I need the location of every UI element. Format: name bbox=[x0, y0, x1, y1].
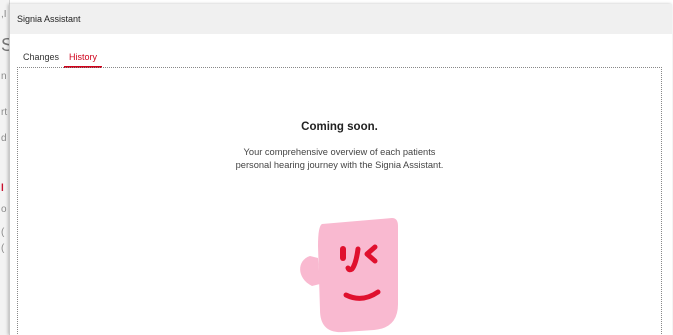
screen: ,I S n rt d l o ( ( Signia Assistant Cha… bbox=[0, 0, 673, 335]
mascot-face-icon bbox=[300, 218, 398, 333]
background-glyph: n bbox=[1, 71, 7, 82]
description-line: personal hearing journey with the Signia… bbox=[235, 159, 444, 170]
background-glyph: ( bbox=[1, 243, 5, 254]
history-panel: Coming soon. Your comprehensive overview… bbox=[17, 67, 662, 335]
mascot-ear bbox=[300, 256, 320, 286]
coming-soon-heading: Coming soon. bbox=[301, 121, 378, 133]
background-glyph: rt bbox=[1, 107, 8, 118]
description-line: Your comprehensive overview of each pati… bbox=[243, 147, 436, 157]
tab-bar: Changes History bbox=[18, 52, 103, 68]
mascot-head bbox=[318, 218, 398, 333]
background-glyph: ( bbox=[1, 227, 5, 238]
tab-history[interactable]: History bbox=[64, 52, 103, 68]
background-glyph: o bbox=[1, 204, 7, 215]
mascot-eye-left bbox=[340, 246, 346, 261]
background-glyph: ,I bbox=[1, 9, 7, 20]
background-glyph: d bbox=[1, 133, 7, 144]
signia-assistant-dialog: Signia Assistant Changes History Coming … bbox=[9, 4, 672, 335]
title-bar: Signia Assistant bbox=[10, 4, 672, 34]
coming-soon-description: Your comprehensive overview of each pati… bbox=[18, 146, 661, 171]
tab-changes[interactable]: Changes bbox=[18, 52, 64, 68]
background-glyph: l bbox=[1, 183, 4, 194]
window-title: Signia Assistant bbox=[17, 14, 81, 24]
